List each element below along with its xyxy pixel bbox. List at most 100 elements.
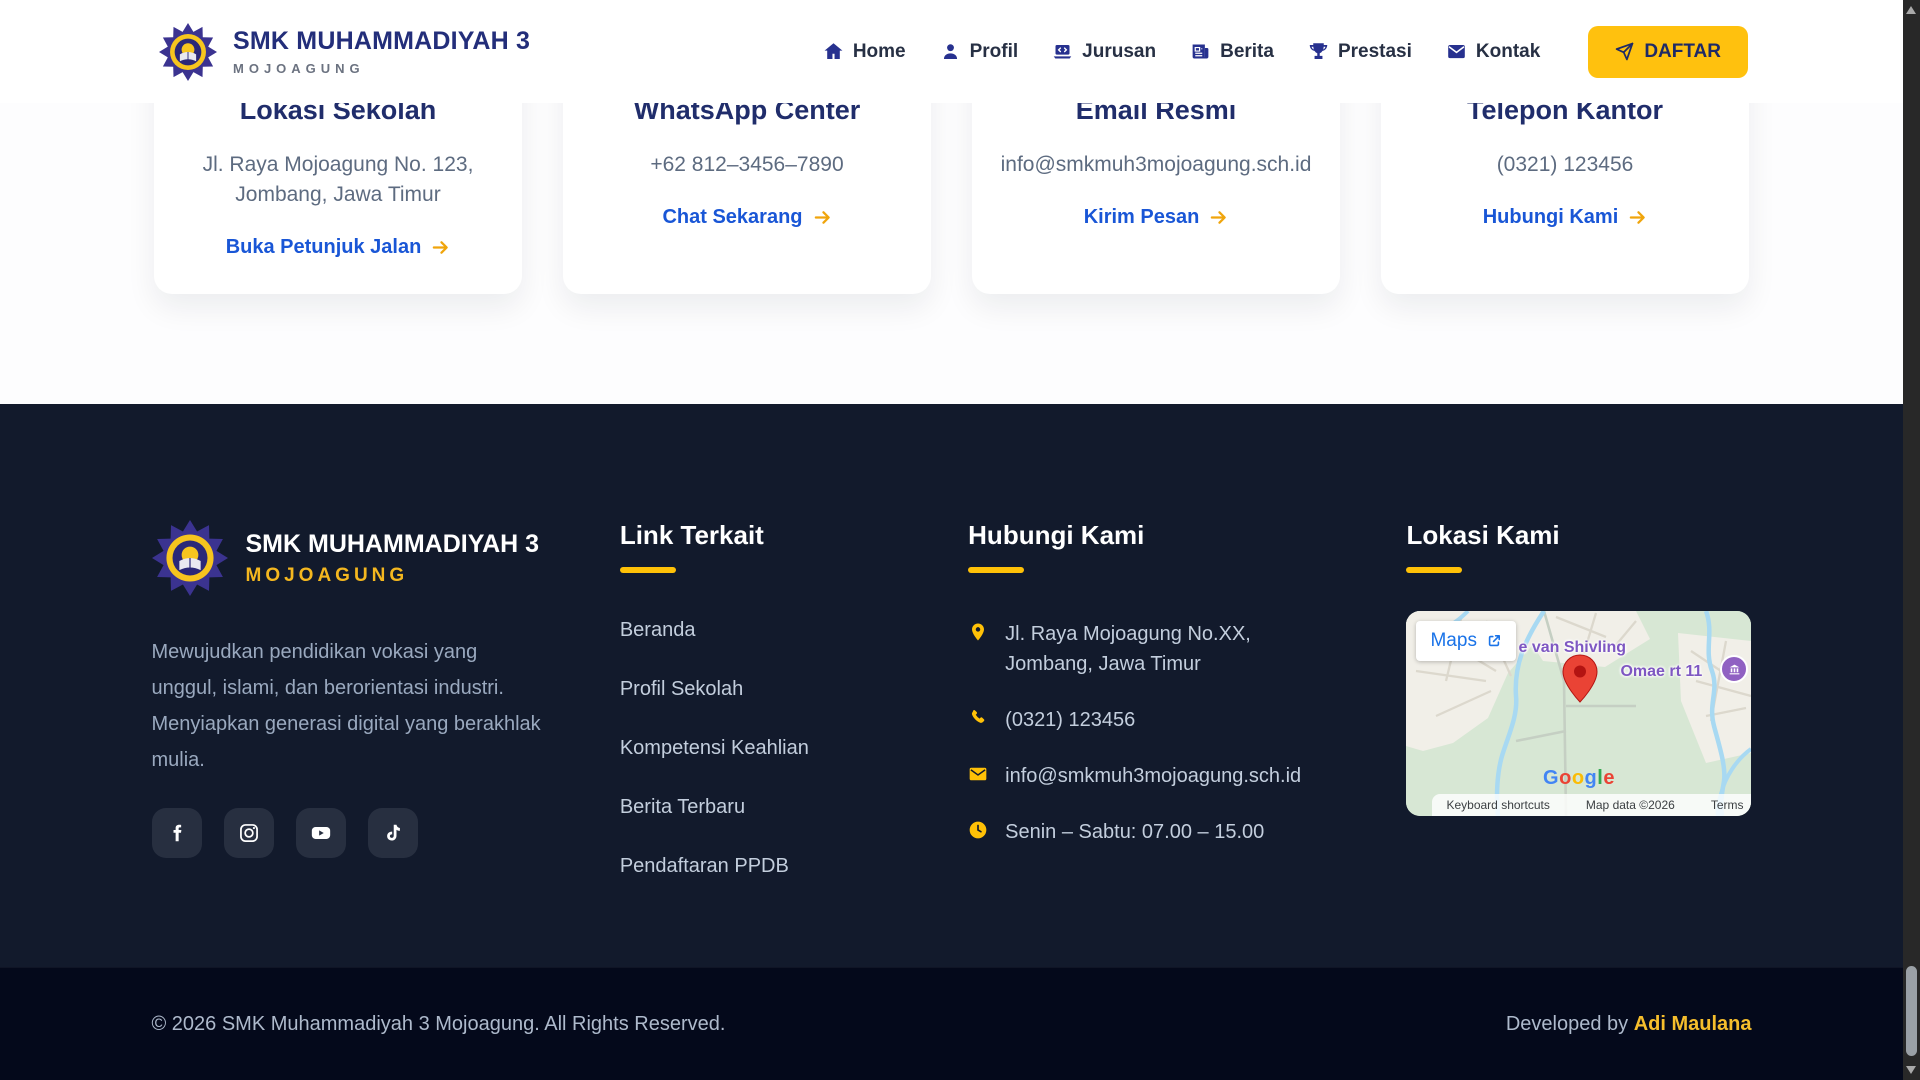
card-link-call[interactable]: Hubungi Kami xyxy=(1483,206,1648,229)
title-underline xyxy=(1406,567,1462,573)
contact-title: Hubungi Kami xyxy=(968,520,1358,551)
card-link-label: Buka Petunjuk Jalan xyxy=(226,236,422,259)
nav-item-home[interactable]: Home xyxy=(823,41,906,63)
location-pin-icon xyxy=(968,622,988,642)
facebook-icon xyxy=(166,822,188,844)
contact-text: (0321) 123456 xyxy=(1005,705,1135,735)
home-icon xyxy=(823,41,844,62)
school-logo-icon xyxy=(159,23,217,81)
instagram-icon xyxy=(238,822,260,844)
contact-text: Jl. Raya Mojoagung No.XX, Jombang, Jawa … xyxy=(1005,619,1255,679)
keyboard-shortcuts-link[interactable]: Keyboard shortcuts xyxy=(1446,798,1549,812)
card-link-chat[interactable]: Chat Sekarang xyxy=(662,206,831,229)
contact-hours: Senin – Sabtu: 07.00 – 15.00 xyxy=(968,817,1358,847)
links-title: Link Terkait xyxy=(620,520,920,551)
footer-links-column: Link Terkait Beranda Profil Sekolah Komp… xyxy=(620,520,920,914)
header: SMK MUHAMMADIYAH 3 MOJOAGUNG Home Profil… xyxy=(0,0,1903,103)
nav-label: Home xyxy=(853,41,906,63)
tiktok-button[interactable] xyxy=(368,808,418,858)
card-link-label: Kirim Pesan xyxy=(1084,206,1200,229)
social-links xyxy=(152,808,572,858)
daftar-label: DAFTAR xyxy=(1644,41,1721,63)
footer: SMK MUHAMMADIYAH 3 MOJOAGUNG Mewujudkan … xyxy=(0,404,1903,967)
arrow-right-icon xyxy=(813,208,832,227)
footer-school-subtitle: MOJOAGUNG xyxy=(246,565,540,587)
school-logo-icon xyxy=(152,520,228,596)
youtube-button[interactable] xyxy=(296,808,346,858)
footer-link-ppdb[interactable]: Pendaftaran PPDB xyxy=(620,855,920,878)
arrow-right-icon xyxy=(1209,208,1228,227)
main-nav: Home Profil Jurusan Berita Prestasi Kont… xyxy=(823,26,1748,78)
contact-text: Senin – Sabtu: 07.00 – 15.00 xyxy=(1005,817,1264,847)
page: SMK MUHAMMADIYAH 3 MOJOAGUNG Home Profil… xyxy=(0,0,1920,1080)
footer-contact-column: Hubungi Kami Jl. Raya Mojoagung No.XX, J… xyxy=(968,520,1358,914)
footer-description: Mewujudkan pendidikan vokasi yang unggul… xyxy=(152,634,542,778)
footer-link-kompetensi[interactable]: Kompetensi Keahlian xyxy=(620,737,920,760)
contact-text: info@smkmuh3mojoagung.sch.id xyxy=(1005,761,1301,791)
arrow-right-icon xyxy=(1628,208,1647,227)
contact-email: info@smkmuh3mojoagung.sch.id xyxy=(968,761,1358,791)
mail-icon xyxy=(1446,41,1467,62)
card-body: +62 812–3456–7890 xyxy=(591,150,903,180)
footer-about-column: SMK MUHAMMADIYAH 3 MOJOAGUNG Mewujudkan … xyxy=(152,520,572,914)
facebook-button[interactable] xyxy=(152,808,202,858)
nav-item-berita[interactable]: Berita xyxy=(1190,41,1274,63)
contact-cards-section: Lokasi Sekolah Jl. Raya Mojoagung No. 12… xyxy=(0,103,1903,404)
clock-icon xyxy=(968,820,988,840)
footer-link-profil-sekolah[interactable]: Profil Sekolah xyxy=(620,678,920,701)
nav-label: Jurusan xyxy=(1082,41,1156,63)
school-subtitle: MOJOAGUNG xyxy=(233,61,530,76)
nav-label: Profil xyxy=(970,41,1019,63)
title-underline xyxy=(968,567,1024,573)
nav-label: Berita xyxy=(1220,41,1274,63)
card-link-directions[interactable]: Buka Petunjuk Jalan xyxy=(226,236,451,259)
card-link-label: Hubungi Kami xyxy=(1483,206,1619,229)
map-data-label: Map data ©2026 xyxy=(1586,798,1675,812)
profile-icon xyxy=(940,41,961,62)
map-label-shivling: e van Shivling xyxy=(1518,639,1626,657)
nav-item-prestasi[interactable]: Prestasi xyxy=(1308,41,1412,63)
school-name: SMK MUHAMMADIYAH 3 xyxy=(233,27,530,56)
card-body: info@smkmuh3mojoagung.sch.id xyxy=(1000,150,1312,180)
nav-item-kontak[interactable]: Kontak xyxy=(1446,41,1540,63)
scroll-up-arrow-icon[interactable] xyxy=(1906,6,1916,14)
trophy-icon xyxy=(1308,41,1329,62)
envelope-icon xyxy=(968,764,988,784)
contact-phone: (0321) 123456 xyxy=(968,705,1358,735)
tiktok-icon xyxy=(382,822,404,844)
scrollbar[interactable] xyxy=(1903,0,1920,1080)
header-brand-link[interactable]: SMK MUHAMMADIYAH 3 MOJOAGUNG xyxy=(159,23,530,81)
footer-brand: SMK MUHAMMADIYAH 3 MOJOAGUNG xyxy=(152,520,572,596)
copyright-text: © 2026 SMK Muhammadiyah 3 Mojoagung. All… xyxy=(152,1013,726,1036)
maps-button-label: Maps xyxy=(1430,630,1476,652)
title-underline xyxy=(620,567,676,573)
map-title: Lokasi Kami xyxy=(1406,520,1751,551)
arrow-right-icon xyxy=(431,238,450,257)
card-body: Jl. Raya Mojoagung No. 123, Jombang, Jaw… xyxy=(182,150,494,210)
developed-by: Developed by Adi Maulana xyxy=(1506,1013,1752,1036)
nav-item-jurusan[interactable]: Jurusan xyxy=(1052,41,1156,63)
nav-label: Kontak xyxy=(1476,41,1540,63)
footer-link-berita[interactable]: Berita Terbaru xyxy=(620,796,920,819)
card-link-label: Chat Sekarang xyxy=(662,206,802,229)
instagram-button[interactable] xyxy=(224,808,274,858)
map-attribution-bar: Keyboard shortcuts Map data ©2026 Terms xyxy=(1432,794,1751,816)
scroll-down-arrow-icon[interactable] xyxy=(1906,1066,1916,1074)
google-map-embed[interactable]: e van Shivling Omae rt 11 Maps Google Ke… xyxy=(1406,611,1751,816)
footer-link-beranda[interactable]: Beranda xyxy=(620,619,920,642)
developer-name[interactable]: Adi Maulana xyxy=(1634,1013,1752,1035)
open-in-maps-button[interactable]: Maps xyxy=(1416,621,1515,661)
developed-by-label: Developed by xyxy=(1506,1013,1634,1035)
terms-link[interactable]: Terms xyxy=(1711,798,1744,812)
external-link-icon xyxy=(1486,633,1502,649)
card-link-send-message[interactable]: Kirim Pesan xyxy=(1084,206,1229,229)
phone-icon xyxy=(968,708,988,728)
contact-address: Jl. Raya Mojoagung No.XX, Jombang, Jawa … xyxy=(968,619,1358,679)
scrollbar-thumb[interactable] xyxy=(1906,966,1917,1056)
nav-item-profil[interactable]: Profil xyxy=(940,41,1019,63)
footer-school-name: SMK MUHAMMADIYAH 3 xyxy=(246,530,540,559)
footer-links: Beranda Profil Sekolah Kompetensi Keahli… xyxy=(620,619,920,878)
daftar-button[interactable]: DAFTAR xyxy=(1588,26,1748,78)
bottom-bar: © 2026 SMK Muhammadiyah 3 Mojoagung. All… xyxy=(0,967,1903,1080)
landmark-icon xyxy=(1728,663,1741,676)
